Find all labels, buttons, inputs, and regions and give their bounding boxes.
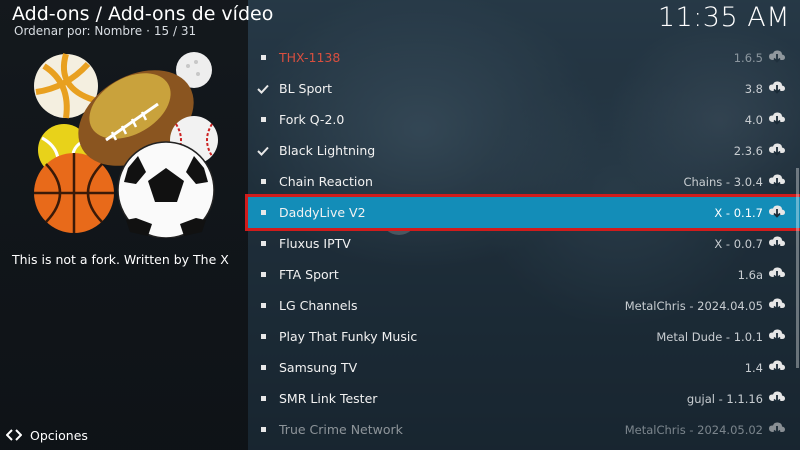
clock: 11:35 AM xyxy=(657,2,790,33)
bullet-icon xyxy=(256,166,270,197)
list-item[interactable]: Chain Reaction Chains - 3.0.4 xyxy=(248,166,800,197)
addon-name: LG Channels xyxy=(279,298,358,313)
list-item[interactable]: Fluxus IPTV X - 0.0.7 xyxy=(248,228,800,259)
check-icon xyxy=(256,135,270,166)
scrollbar[interactable] xyxy=(796,168,799,368)
addon-name: Fork Q-2.0 xyxy=(279,112,345,127)
cloud-download-icon xyxy=(769,422,785,436)
bullet-icon xyxy=(256,197,270,228)
addon-version: gujal - 1.1.16 xyxy=(686,391,763,406)
cloud-download-icon xyxy=(769,236,785,250)
addon-name: THX-1138 xyxy=(279,50,341,65)
addon-name: SMR Link Tester xyxy=(279,391,378,406)
addon-version: 1.4 xyxy=(744,360,763,375)
sort-info: Ordenar por: Nombre · 15 / 31 xyxy=(14,24,197,38)
addon-description: This is not a fork. Written by The X xyxy=(12,252,229,267)
cloud-download-icon xyxy=(769,174,785,188)
list-item[interactable]: LG Channels MetalChris - 2024.04.05 xyxy=(248,290,800,321)
list-item[interactable]: Fork Q-2.0 4.0 xyxy=(248,104,800,135)
check-icon xyxy=(256,73,270,104)
addon-name: FTA Sport xyxy=(279,267,339,282)
addon-name: DaddyLive V2 xyxy=(279,205,366,220)
addon-name: Black Lightning xyxy=(279,143,376,158)
item-position: 15 / 31 xyxy=(153,24,197,38)
cloud-download-icon xyxy=(769,329,785,343)
list-item[interactable]: DaddyLive V2 X - 0.1.7 xyxy=(248,197,800,228)
addon-name: BL Sport xyxy=(279,81,333,96)
addon-version: Metal Dude - 1.0.1 xyxy=(656,329,763,344)
list-item[interactable]: True Crime Network MetalChris - 2024.05.0… xyxy=(248,414,800,445)
addon-version: 1.6.5 xyxy=(733,50,763,65)
cloud-download-icon xyxy=(769,360,785,374)
page-title: Add-ons / Add-ons de vídeo xyxy=(12,3,274,25)
cloud-download-icon xyxy=(769,81,785,95)
list-item[interactable]: Play That Funky Music Metal Dude - 1.0.1 xyxy=(248,321,800,352)
options-button[interactable]: Opciones xyxy=(6,426,88,444)
addon-name: Chain Reaction xyxy=(279,174,373,189)
bullet-icon xyxy=(256,228,270,259)
bullet-icon xyxy=(256,104,270,135)
bullet-icon xyxy=(256,290,270,321)
addon-version: X - 0.1.7 xyxy=(714,205,763,220)
bullet-icon xyxy=(256,259,270,290)
bullet-icon xyxy=(256,42,270,73)
list-item[interactable]: BL Sport 3.8 xyxy=(248,73,800,104)
sports-balls-icon xyxy=(34,52,218,238)
cloud-download-icon xyxy=(769,391,785,405)
cloud-download-icon xyxy=(769,267,785,281)
list-item[interactable]: FTA Sport 1.6a xyxy=(248,259,800,290)
addon-version: MetalChris - 2024.04.05 xyxy=(624,298,763,313)
cloud-download-icon xyxy=(769,112,785,126)
cloud-download-icon xyxy=(769,298,785,312)
addon-version: 4.0 xyxy=(744,112,763,127)
list-item[interactable]: Black Lightning 2.3.6 xyxy=(248,135,800,166)
cloud-download-icon xyxy=(769,205,785,219)
bullet-icon xyxy=(256,383,270,414)
sort-label: Ordenar por: Nombre xyxy=(14,24,143,38)
list-item[interactable]: THX-1138 1.6.5 xyxy=(248,42,800,73)
addon-version: X - 0.0.7 xyxy=(714,236,763,251)
list-item[interactable]: SMR Link Tester gujal - 1.1.16 xyxy=(248,383,800,414)
bullet-icon xyxy=(256,414,270,445)
addon-version: Chains - 3.0.4 xyxy=(683,174,763,189)
bullet-icon xyxy=(256,352,270,383)
list-item[interactable]: Samsung TV 1.4 xyxy=(248,352,800,383)
bullet-icon xyxy=(256,321,270,352)
options-arrows-icon xyxy=(6,429,22,441)
addon-version: 2.3.6 xyxy=(733,143,763,158)
addon-name: True Crime Network xyxy=(279,422,403,437)
cloud-download-icon xyxy=(769,50,785,64)
addon-name: Play That Funky Music xyxy=(279,329,418,344)
addon-version: 1.6a xyxy=(737,267,763,282)
cloud-download-icon xyxy=(769,143,785,157)
addon-version: MetalChris - 2024.05.02 xyxy=(624,422,763,437)
addon-name: Samsung TV xyxy=(279,360,358,375)
options-label: Opciones xyxy=(30,427,88,443)
addon-version: 3.8 xyxy=(744,81,763,96)
addon-name: Fluxus IPTV xyxy=(279,236,351,251)
